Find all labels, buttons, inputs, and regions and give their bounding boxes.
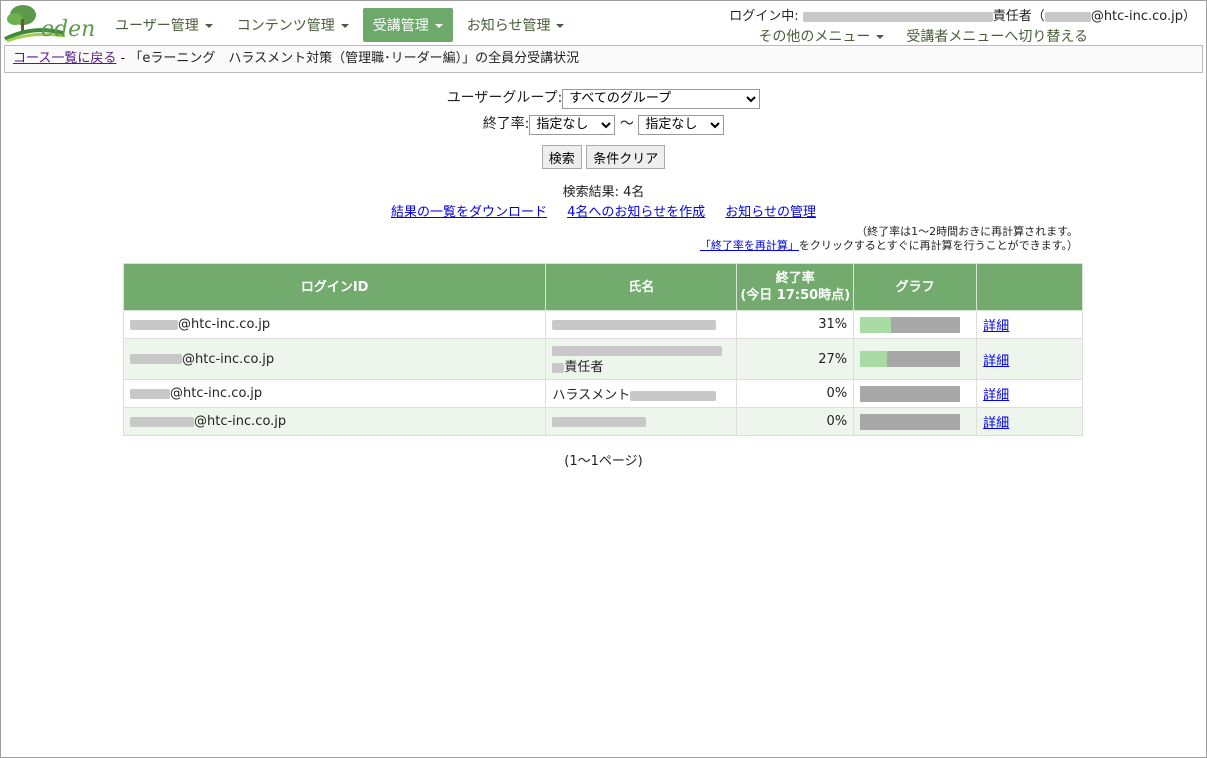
email-open: （: [1031, 9, 1045, 24]
detail-link[interactable]: 詳細: [983, 354, 1009, 369]
cell-detail: 詳細: [976, 310, 1083, 339]
breadcrumb: コース一覧に戻る - 「eラーニング ハラスメント対策（管理職･リーダー編）」の…: [4, 45, 1203, 73]
eden-logo[interactable]: eden: [3, 3, 103, 43]
cell-graph: [853, 338, 978, 380]
pagination: (1～1ページ): [564, 454, 643, 469]
top-bar: eden ユーザー管理 コンテンツ管理 受講管理 お知らせ管理 ログイン中: 責…: [1, 1, 1206, 45]
progress-bar: [860, 351, 961, 367]
progress-bar: [860, 385, 961, 402]
manage-notices-link[interactable]: お知らせの管理: [725, 205, 816, 220]
result-links: 結果の一覧をダウンロード 4名へのお知らせを作成 お知らせの管理: [1, 201, 1206, 220]
rate-to-select[interactable]: 指定なし: [638, 114, 725, 135]
create-notice-link[interactable]: 4名へのお知らせを作成: [567, 205, 705, 220]
redacted-name: [552, 416, 647, 427]
cell-login-id: @htc-inc.co.jp: [122, 379, 547, 408]
redacted-name: [630, 390, 717, 401]
cell-rate: 0%: [736, 379, 855, 408]
rate-from-select[interactable]: 指定なし: [529, 114, 616, 135]
login-role: 責任者: [992, 9, 1032, 24]
login-prefix: ログイン中:: [729, 9, 799, 24]
cell-detail: 詳細: [976, 338, 1083, 380]
other-menu-dropdown[interactable]: その他のメニュー: [758, 26, 885, 46]
detail-link[interactable]: 詳細: [983, 319, 1009, 334]
download-results-link[interactable]: 結果の一覧をダウンロード: [391, 205, 547, 220]
header-login-id: ログインID: [122, 263, 547, 311]
redacted-name: [552, 362, 565, 373]
detail-link[interactable]: 詳細: [983, 388, 1009, 403]
cell-name: [545, 407, 738, 436]
table-row: @htc-inc.co.jp 0% 詳細: [122, 407, 1083, 436]
filter-form: ユーザーグループ: すべてのグループ 終了率: 指定なし ～ 指定なし 検索 条件ク…: [1, 87, 1206, 169]
cell-name: [545, 310, 738, 339]
redacted-org-name: [802, 11, 993, 22]
redacted-login: [130, 388, 170, 399]
header-name: 氏名: [545, 263, 738, 311]
breadcrumb-separator: -: [116, 51, 130, 66]
cell-rate: 27%: [736, 338, 855, 380]
clear-conditions-button[interactable]: 条件クリア: [586, 145, 666, 169]
redacted-login: [130, 416, 194, 427]
nav-notice-management[interactable]: お知らせ管理: [457, 8, 575, 42]
user-group-label: ユーザーグループ:: [446, 90, 563, 106]
cell-login-id: @htc-inc.co.jp: [122, 407, 547, 436]
cell-rate: 0%: [736, 407, 855, 436]
svg-text:eden: eden: [41, 17, 95, 42]
table-row: @htc-inc.co.jp 31% 詳細: [122, 310, 1083, 339]
redacted-email: [1044, 11, 1091, 22]
user-group-select[interactable]: すべてのグループ: [562, 88, 761, 109]
cell-login-id: @htc-inc.co.jp: [122, 310, 547, 339]
progress-bar: [860, 413, 961, 430]
nav-course-management[interactable]: 受講管理: [362, 8, 453, 42]
email-suffix: @htc-inc.co.jp）: [1090, 9, 1196, 24]
sub-menu: その他のメニュー 受講者メニューへ切り替える: [736, 26, 1088, 46]
nav-user-management[interactable]: ユーザー管理: [105, 8, 223, 42]
cell-name: ハラスメント: [545, 379, 738, 408]
redacted-login: [130, 319, 178, 330]
cell-graph: [853, 310, 978, 339]
cell-graph: [853, 407, 978, 436]
progress-fill: [860, 316, 892, 333]
table-row: @htc-inc.co.jp 責任者 27% 詳細: [122, 338, 1083, 380]
cell-login-id: @htc-inc.co.jp: [122, 338, 547, 380]
main-nav: ユーザー管理 コンテンツ管理 受講管理 お知らせ管理: [105, 8, 578, 42]
results-table: ログインID 氏名 終了率 (今日 17:50時点) グラフ @htc-inc.c…: [122, 263, 1083, 436]
chevron-down-icon: [556, 24, 565, 28]
header-actions: [976, 263, 1083, 311]
nav-content-management[interactable]: コンテンツ管理: [227, 8, 359, 42]
redacted-login: [130, 354, 182, 364]
search-button[interactable]: 検索: [541, 145, 582, 169]
header-rate: 終了率 (今日 17:50時点): [736, 263, 855, 311]
chevron-down-icon: [876, 35, 885, 39]
cell-graph: [853, 379, 978, 408]
progress-bar: [860, 316, 961, 333]
completion-rate-label: 終了率:: [482, 116, 530, 132]
cell-rate: 31%: [736, 310, 855, 339]
result-count: 検索結果: 4名: [562, 185, 645, 200]
login-info: ログイン中: 責任者（ @htc-inc.co.jp）: [729, 5, 1196, 24]
cell-detail: 詳細: [976, 379, 1083, 408]
note-line1: （終了率は1～2時間おきに再計算されます。: [856, 225, 1078, 238]
chevron-down-icon: [204, 24, 213, 28]
tilde: ～: [619, 116, 634, 132]
progress-fill: [860, 351, 888, 367]
redacted-name: [552, 319, 717, 330]
recalculate-link[interactable]: 「終了率を再計算」: [700, 239, 799, 252]
cell-name: 責任者: [545, 338, 738, 380]
note-line2: をクリックするとすぐに再計算を行うことができます。）: [798, 239, 1078, 252]
table-header-row: ログインID 氏名 終了率 (今日 17:50時点) グラフ: [122, 263, 1083, 311]
cell-detail: 詳細: [976, 407, 1083, 436]
page-title: 「eラーニング ハラスメント対策（管理職･リーダー編）」の全員分受講状況: [129, 51, 580, 66]
redacted-name: [552, 345, 723, 356]
header-graph: グラフ: [853, 263, 978, 311]
chevron-down-icon: [340, 24, 349, 28]
switch-to-learner-menu[interactable]: 受講者メニューへ切り替える: [906, 26, 1088, 46]
detail-link[interactable]: 詳細: [983, 416, 1009, 431]
table-row: @htc-inc.co.jp ハラスメント 0% 詳細: [122, 379, 1083, 408]
recalc-note: （終了率は1～2時間おきに再計算されます。 「終了率を再計算」をクリックするとす…: [1, 225, 1078, 253]
chevron-down-icon: [434, 24, 443, 28]
back-to-course-list-link[interactable]: コース一覧に戻る: [13, 51, 116, 66]
